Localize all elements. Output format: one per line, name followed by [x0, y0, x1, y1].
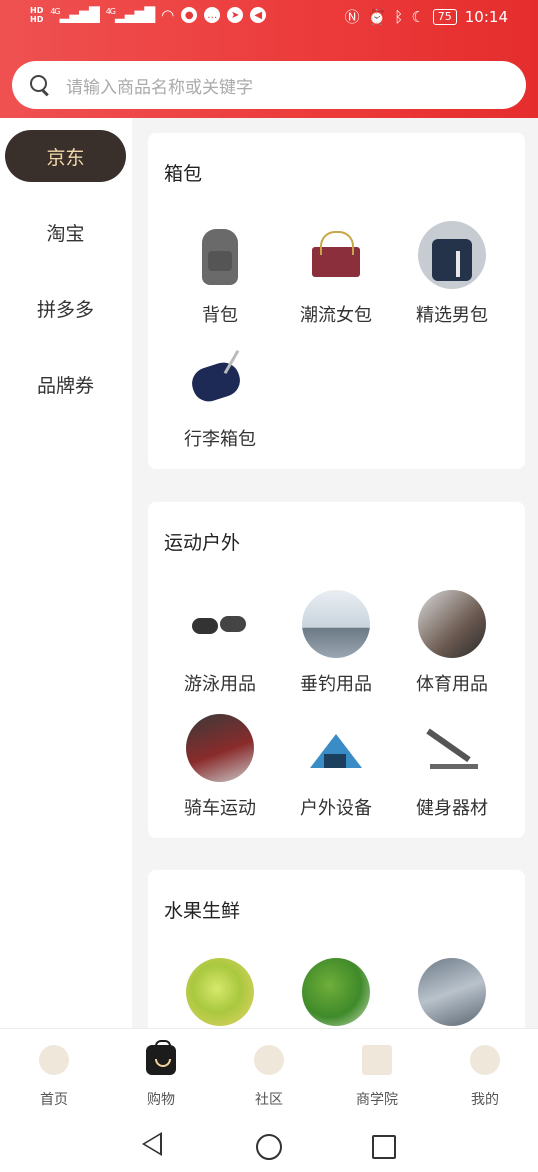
section-title: 运动户外	[164, 532, 241, 554]
category-item-swimming[interactable]: 游泳用品	[162, 590, 278, 696]
category-card-fresh-produce: 水果生鲜	[148, 870, 525, 1028]
section-title: 箱包	[164, 163, 203, 185]
tab-community[interactable]: 社区	[215, 1029, 323, 1115]
tab-home[interactable]: 首页	[0, 1029, 108, 1115]
system-navigation-bar	[0, 1114, 538, 1172]
battery-icon: 75	[432, 8, 457, 25]
category-item-backpack[interactable]: 背包	[162, 221, 278, 327]
backpack-icon	[186, 221, 254, 289]
sidebar-item-brand-coupon[interactable]: 品牌券	[5, 358, 126, 410]
seafood-icon	[418, 958, 486, 1026]
tab-business-school[interactable]: 商学院	[323, 1029, 431, 1115]
category-item-fishing[interactable]: 垂钓用品	[278, 590, 394, 696]
tab-label: 社区	[255, 1092, 283, 1108]
search-input[interactable]: 请输入商品名称或关键字	[66, 73, 253, 98]
hd-indicator: HD HD	[30, 6, 43, 24]
luggage-icon	[186, 345, 254, 413]
sidebar-item-pinduoduo[interactable]: 拼多多	[5, 282, 126, 334]
sports-gear-icon	[418, 590, 486, 658]
category-item-womens-bags[interactable]: 潮流女包	[278, 221, 394, 327]
category-item-outdoor-equipment[interactable]: 户外设备	[278, 714, 394, 820]
category-item-vegetables[interactable]	[278, 958, 394, 1026]
signal-icon-2: 4G▂▄▆█	[105, 6, 155, 24]
network-type-2: 4G	[105, 6, 116, 16]
message-icon: …	[204, 7, 221, 23]
category-card-bags: 箱包 背包 潮流女包 精选男包 行李箱包	[148, 133, 525, 469]
cycling-icon	[186, 714, 254, 782]
tab-label: 商学院	[356, 1092, 398, 1108]
category-label: 潮流女包	[300, 305, 372, 326]
swim-goggles-icon	[186, 590, 254, 658]
back-icon[interactable]	[142, 1132, 162, 1156]
mens-bag-icon	[418, 221, 486, 289]
navigation-icon: ◀	[250, 7, 267, 23]
status-bar: HD HD 4G▂▄▆█ 4G▂▄▆█ ◠ ● … ➤ ◀ Ⓝ ⏰ ᛒ ☾ 75…	[0, 0, 538, 36]
recent-apps-icon[interactable]	[372, 1135, 396, 1159]
signal-icon: 4G▂▄▆█	[50, 6, 99, 24]
category-label: 行李箱包	[184, 429, 256, 450]
handbag-icon	[302, 221, 370, 289]
location-icon: ➤	[227, 7, 244, 23]
home-icon	[39, 1045, 69, 1075]
category-item-sports-goods[interactable]: 体育用品	[394, 590, 510, 696]
category-item-fitness[interactable]: 健身器材	[394, 714, 510, 820]
category-content: 箱包 背包 潮流女包 精选男包 行李箱包 运动户外 游泳用品 垂钓用品 体育用品…	[132, 118, 538, 1028]
category-label: 垂钓用品	[300, 674, 372, 695]
tab-shopping[interactable]: 购物	[107, 1029, 215, 1115]
status-left: HD HD 4G▂▄▆█ 4G▂▄▆█ ◠ ● … ➤ ◀	[30, 6, 267, 24]
tab-label: 首页	[40, 1092, 68, 1108]
category-item-luggage[interactable]: 行李箱包	[162, 345, 278, 451]
category-item-seafood[interactable]	[394, 958, 510, 1026]
category-label: 骑车运动	[184, 798, 256, 819]
app-notification-icon: ●	[181, 7, 198, 23]
shopping-bag-icon	[146, 1040, 176, 1075]
network-type-1: 4G	[50, 6, 60, 16]
nfc-icon: Ⓝ	[344, 8, 360, 26]
fishing-icon	[302, 590, 370, 658]
status-right: Ⓝ ⏰ ᛒ ☾ 75 10:14	[345, 6, 508, 27]
tab-label: 购物	[147, 1092, 175, 1108]
tab-label: 我的	[471, 1092, 499, 1108]
search-icon	[30, 75, 50, 95]
platform-sidebar: 京东 淘宝 拼多多 品牌券	[0, 118, 132, 1028]
community-icon	[254, 1045, 284, 1075]
category-label: 体育用品	[416, 674, 488, 695]
category-item-fruit[interactable]	[162, 958, 278, 1026]
sidebar-item-taobao[interactable]: 淘宝	[5, 206, 126, 258]
profile-icon	[470, 1045, 500, 1075]
tab-profile[interactable]: 我的	[431, 1029, 538, 1115]
category-label: 精选男包	[416, 305, 488, 326]
alarm-icon: ⏰	[367, 7, 387, 26]
category-label: 户外设备	[300, 798, 372, 819]
broccoli-icon	[302, 958, 370, 1026]
gym-equipment-icon	[418, 714, 486, 782]
sidebar-item-jd[interactable]: 京东	[5, 130, 126, 182]
wifi-icon: ◠	[161, 6, 175, 24]
category-label: 游泳用品	[184, 674, 256, 695]
category-label: 背包	[202, 305, 238, 326]
header: HD HD 4G▂▄▆█ 4G▂▄▆█ ◠ ● … ➤ ◀ Ⓝ ⏰ ᛒ ☾ 75…	[0, 0, 538, 118]
tent-icon	[302, 714, 370, 782]
hd-top-label: HD	[30, 6, 44, 15]
category-item-cycling[interactable]: 骑车运动	[162, 714, 278, 820]
fruit-drink-icon	[186, 958, 254, 1026]
bluetooth-icon: ᛒ	[394, 7, 404, 26]
category-label: 健身器材	[416, 798, 488, 819]
clock: 10:14	[464, 7, 508, 26]
bottom-tab-bar: 首页 购物 社区 商学院 我的	[0, 1028, 538, 1114]
category-item-mens-bags[interactable]: 精选男包	[394, 221, 510, 327]
category-card-sports-outdoor: 运动户外 游泳用品 垂钓用品 体育用品 骑车运动 户外设备 健身器材	[148, 502, 525, 838]
search-bar[interactable]: 请输入商品名称或关键字	[12, 61, 526, 109]
hd-bottom-label: HD	[30, 15, 44, 24]
moon-icon: ☾	[411, 7, 425, 26]
home-circle-icon[interactable]	[256, 1134, 282, 1160]
book-icon	[362, 1045, 392, 1075]
section-title: 水果生鲜	[164, 900, 241, 922]
